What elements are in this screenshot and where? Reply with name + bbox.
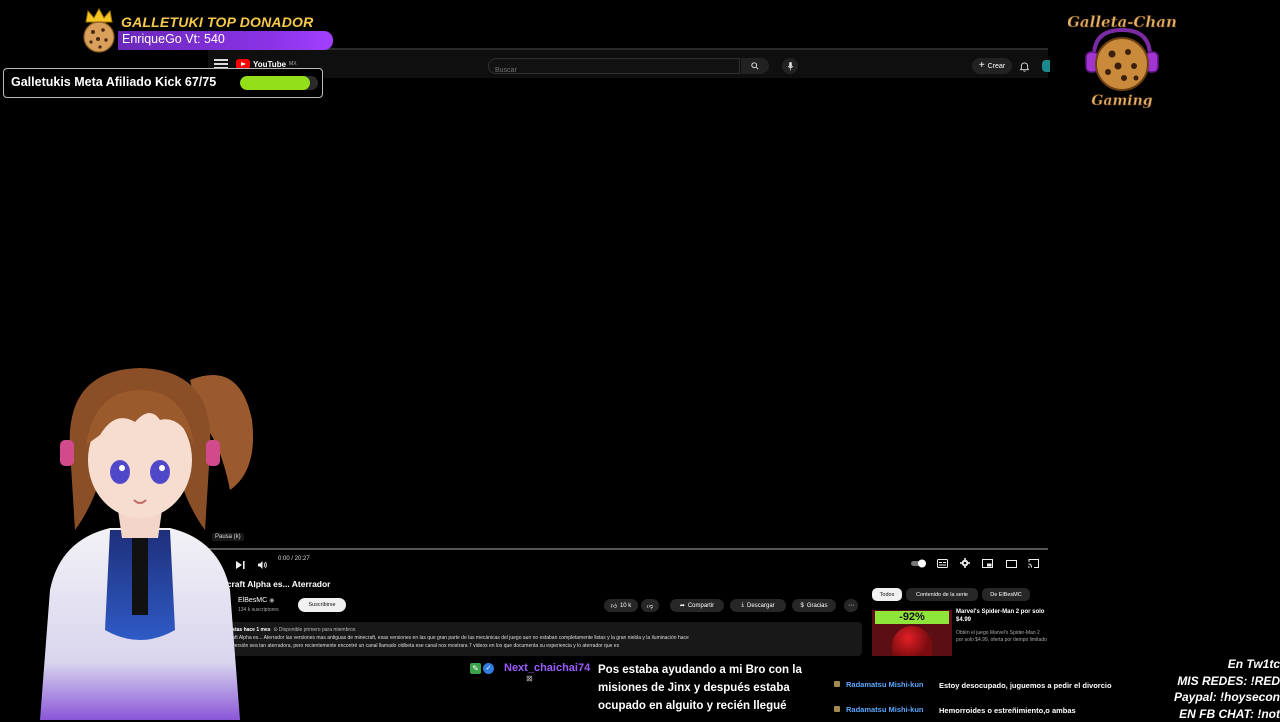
more-actions-button[interactable]: ⋯ [844,599,858,612]
subscribe-button[interactable]: Suscribirse [298,598,346,612]
share-button[interactable]: ➦Compartir [670,599,724,612]
bell-icon [1020,62,1029,72]
video-description[interactable]: vistas hace 1 mes ⊙ Disponible primero p… [222,622,862,656]
search-button[interactable] [741,58,769,74]
thumbs-up-icon: 👍︎ [611,602,617,610]
subtitles-icon [937,559,948,568]
close-icon[interactable]: ⊠ [526,674,533,683]
goal-progress-fill [240,76,310,90]
cast-button[interactable] [1028,555,1039,573]
brand-line2: Gaming [1091,93,1152,109]
cookie-crown-icon [78,8,120,54]
ad-subtitle: Obtén el juego Marvel's Spider-Man 2 por… [956,630,1048,644]
side-chat-message: Estoy desocupado, juguemos a pedir el di… [939,680,1119,691]
like-button[interactable]: 👍︎10 k [604,599,638,612]
members-icon: ⊙ [273,627,277,633]
top-donor-title: GALLETUKI TOP DONADOR [121,14,313,30]
ad-hero-image [892,626,932,656]
chat-username: Next_chaichai74 [504,662,590,674]
side-chat-username: Radamatsu Mishi-kun [846,680,924,689]
vtuber-avatar [40,360,270,720]
side-chat-message: Hemorroides o estreñimiento,o ambas [939,705,1139,716]
toggle-icon [911,559,927,568]
ad-discount-badge: -92% [875,611,949,624]
chip-from-channel[interactable]: De ElBesMC [982,588,1030,601]
theater-button[interactable] [1006,555,1017,573]
miniplayer-icon [982,559,993,568]
autoplay-toggle[interactable] [911,555,927,573]
voice-search-button[interactable] [782,58,798,74]
miniplayer-button[interactable] [982,555,993,573]
ad-title[interactable]: Marvel's Spider-Man 2 por solo $4.99 [956,608,1048,624]
notifications-button[interactable] [1020,59,1029,77]
chat-badges: ✎ ✓ [470,663,494,674]
create-button[interactable]: + Crear [972,58,1012,74]
gear-icon [960,558,970,568]
members-note: Disponible primero para miembros [279,627,355,633]
share-icon: ➦ [680,602,685,609]
youtube-topbar: YouTubeMX + Crear [208,48,1048,78]
ad-thumbnail[interactable]: -92% [872,610,952,656]
download-icon: ⤓ [741,602,744,609]
youtube-window: YouTubeMX + Crear Pausa (k) 0:00 / 20:27 [208,48,1048,658]
share-label: Compartir [688,603,714,609]
microphone-icon [787,62,794,71]
chat-message: Pos estaba ayudando a mi Bro con la misi… [598,661,818,715]
download-label: Descargar [747,603,775,609]
social-line: MIS REDES: !RED [1174,673,1280,690]
goal-text: Galletukis Meta Afiliado Kick 67/75 [11,75,216,89]
like-count: 10 k [620,603,631,609]
subtitles-button[interactable] [937,555,948,573]
verified-badge-icon: ✓ [483,663,494,674]
theater-icon [1006,560,1017,568]
side-chat-username: Radamatsu Mishi-kun [846,705,924,714]
top-donor-name: EnriqueGo Vt: 540 [122,32,225,46]
goal-progress-track [240,76,318,90]
search-icon [751,62,759,70]
chip-all[interactable]: Todos [872,588,902,601]
description-line: a versión sea tan aterradora, pero recie… [228,642,856,650]
search-box [488,58,740,74]
cast-icon [1028,559,1039,568]
thumbs-down-icon: 👎︎ [647,602,653,610]
social-info: En Tw1tc MIS REDES: !RED Paypal: !hoysec… [1174,656,1280,722]
download-button[interactable]: ⤓Descargar [730,599,786,612]
video-progress-bar[interactable] [208,548,1048,550]
thanks-label: Gracias [807,603,828,609]
player-controls: 0:00 / 20:27 [208,554,1048,568]
chat-badge-icon [834,681,840,687]
plus-icon: + [979,62,985,70]
time-display: 0:00 / 20:27 [278,556,310,562]
brand-line1: Galleta-Chan [1068,13,1176,31]
search-input[interactable] [489,64,735,78]
social-line: Paypal: !hoysecon [1174,689,1280,706]
youtube-region: MX [289,61,297,67]
chat-badge-icon [834,706,840,712]
dislike-button[interactable]: 👎︎ [641,599,659,612]
create-label: Crear [988,63,1006,70]
galleta-chan-logo: Galleta-Chan Gaming [1068,8,1176,112]
settings-button[interactable] [960,555,970,573]
account-avatar[interactable] [1042,60,1050,72]
thanks-icon: $ [800,603,803,609]
social-line: En Tw1tc [1174,656,1280,673]
more-icon: ⋯ [848,602,854,609]
thanks-button[interactable]: $ Gracias [792,599,836,612]
chip-series-content[interactable]: Contenido de la serie [906,588,978,601]
description-line: craft Alpha es... Aterrador las versione… [228,634,856,642]
pencil-badge-icon: ✎ [470,663,481,674]
